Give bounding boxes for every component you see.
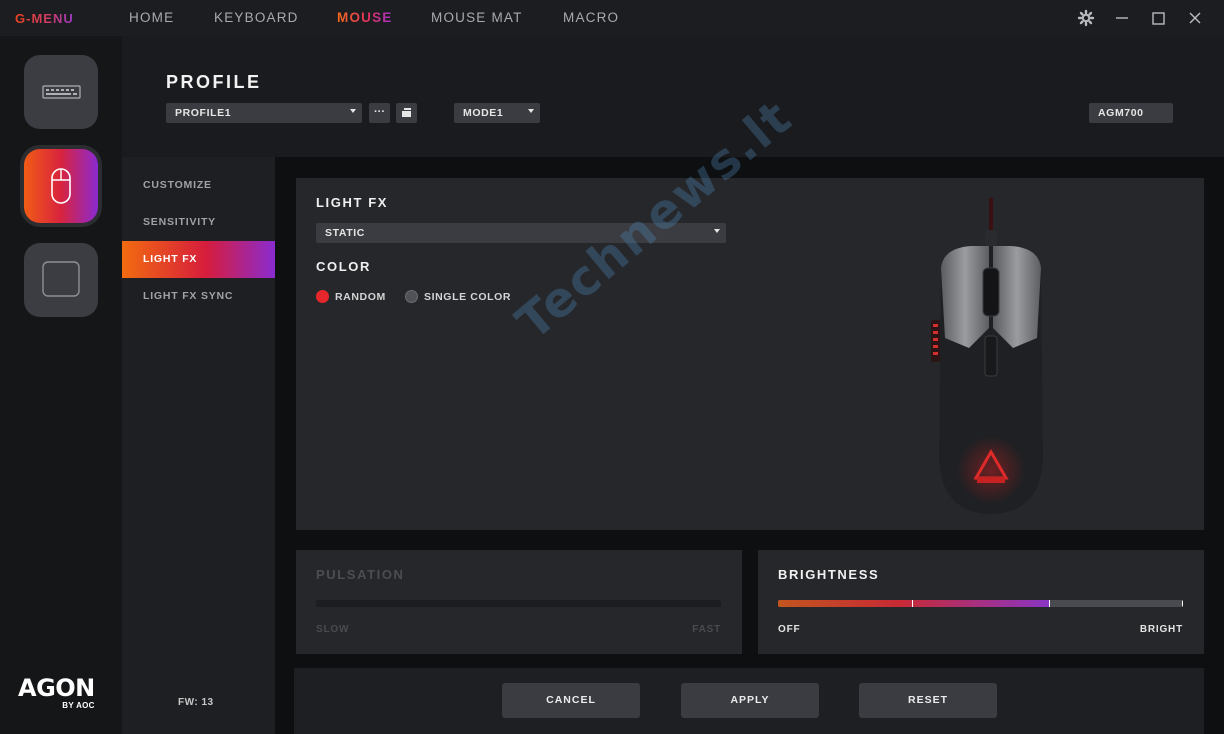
title-bar: G-MENU HOME KEYBOARD MOUSE MOUSE MAT MAC… (0, 0, 1224, 36)
agon-logo-text: AGON (18, 674, 95, 702)
pulsation-min-label: SLOW (316, 624, 350, 635)
close-icon[interactable] (1186, 9, 1204, 27)
device-rail: AGON BY AOC (0, 36, 122, 734)
maximize-icon[interactable] (1149, 9, 1167, 27)
slider-tick (1182, 600, 1183, 607)
radio-selected-icon (316, 290, 329, 303)
chevron-down-icon (350, 109, 356, 113)
device-keyboard-button[interactable] (24, 55, 98, 129)
pulsation-panel: PULSATION SLOW FAST (296, 550, 742, 654)
mouse-preview-image (931, 198, 1043, 514)
menu-item-light-fx[interactable]: LIGHT FX (122, 241, 275, 278)
brightness-min-label: OFF (778, 624, 801, 635)
ellipsis-icon: ··· (374, 106, 385, 118)
more-options-button[interactable]: ··· (369, 103, 390, 123)
mousepad-icon (42, 261, 80, 297)
settings-gear-icon[interactable] (1077, 9, 1095, 27)
pulsation-title: PULSATION (316, 567, 405, 582)
device-model-badge: AGM700 (1089, 103, 1173, 123)
page-title: PROFILE (166, 72, 262, 92)
menu-item-sensitivity[interactable]: SENSITIVITY (122, 204, 275, 241)
color-option-random-label: RANDOM (335, 291, 386, 303)
main-content: LIGHT FX STATIC COLOR RANDOM SINGLE COLO… (275, 89, 1224, 734)
keyboard-icon (42, 85, 81, 99)
light-effect-value: STATIC (325, 227, 365, 239)
slider-tick (912, 600, 913, 607)
nav-tab-mouse-mat[interactable]: MOUSE MAT (431, 10, 523, 25)
brightness-slider[interactable] (778, 600, 1183, 607)
nav-tab-home[interactable]: HOME (129, 10, 174, 25)
pulsation-slider[interactable] (316, 600, 721, 607)
profile-share-button[interactable] (396, 103, 417, 123)
cancel-button[interactable]: CANCEL (502, 683, 640, 718)
device-mousepad-button[interactable] (24, 243, 98, 317)
settings-side-menu: CUSTOMIZE SENSITIVITY LIGHT FX LIGHT FX … (122, 157, 275, 734)
mode-select-value: MODE1 (463, 107, 504, 119)
brightness-max-label: BRIGHT (1139, 624, 1183, 635)
brightness-slider-fill (778, 600, 1049, 607)
nav-tab-mouse[interactable]: MOUSE (337, 10, 393, 25)
profile-header: PROFILE PROFILE1 ··· MODE1 AGM700 (122, 36, 1224, 157)
firmware-version: FW: 13 (178, 697, 214, 708)
nav-tab-macro[interactable]: MACRO (563, 10, 619, 25)
brightness-slider-thumb[interactable] (1049, 600, 1050, 607)
mode-select[interactable]: MODE1 (454, 103, 540, 123)
minimize-icon[interactable] (1113, 9, 1131, 27)
chevron-down-icon (528, 109, 534, 113)
color-option-single-color-label: SINGLE COLOR (424, 291, 512, 303)
color-option-random[interactable]: RANDOM (316, 290, 386, 304)
share-icon (402, 108, 411, 117)
nav-tab-keyboard[interactable]: KEYBOARD (214, 10, 299, 25)
color-option-single-color[interactable]: SINGLE COLOR (405, 290, 511, 304)
menu-item-customize[interactable]: CUSTOMIZE (122, 167, 275, 204)
brightness-panel: BRIGHTNESS OFF BRIGHT (758, 550, 1204, 654)
device-model-text: AGM700 (1098, 107, 1144, 119)
reset-button[interactable]: RESET (859, 683, 997, 718)
pulsation-max-label: FAST (692, 624, 721, 635)
agon-logo-subtext: BY AOC (62, 701, 95, 710)
radio-unselected-icon (405, 290, 418, 303)
profile-select[interactable]: PROFILE1 (166, 103, 362, 123)
menu-item-light-fx-sync[interactable]: LIGHT FX SYNC (122, 278, 275, 315)
light-fx-panel: LIGHT FX STATIC COLOR RANDOM SINGLE COLO… (296, 89, 1204, 530)
brightness-title: BRIGHTNESS (778, 567, 880, 582)
device-mouse-button[interactable] (24, 149, 98, 223)
app-brand: G-MENU (15, 11, 74, 26)
apply-button[interactable]: APPLY (681, 683, 819, 718)
agon-logo: AGON BY AOC (18, 676, 95, 710)
chevron-down-icon (714, 229, 720, 233)
light-fx-title: LIGHT FX (316, 195, 389, 210)
profile-select-value: PROFILE1 (175, 107, 232, 119)
mouse-icon (51, 168, 71, 204)
color-title: COLOR (316, 259, 371, 274)
